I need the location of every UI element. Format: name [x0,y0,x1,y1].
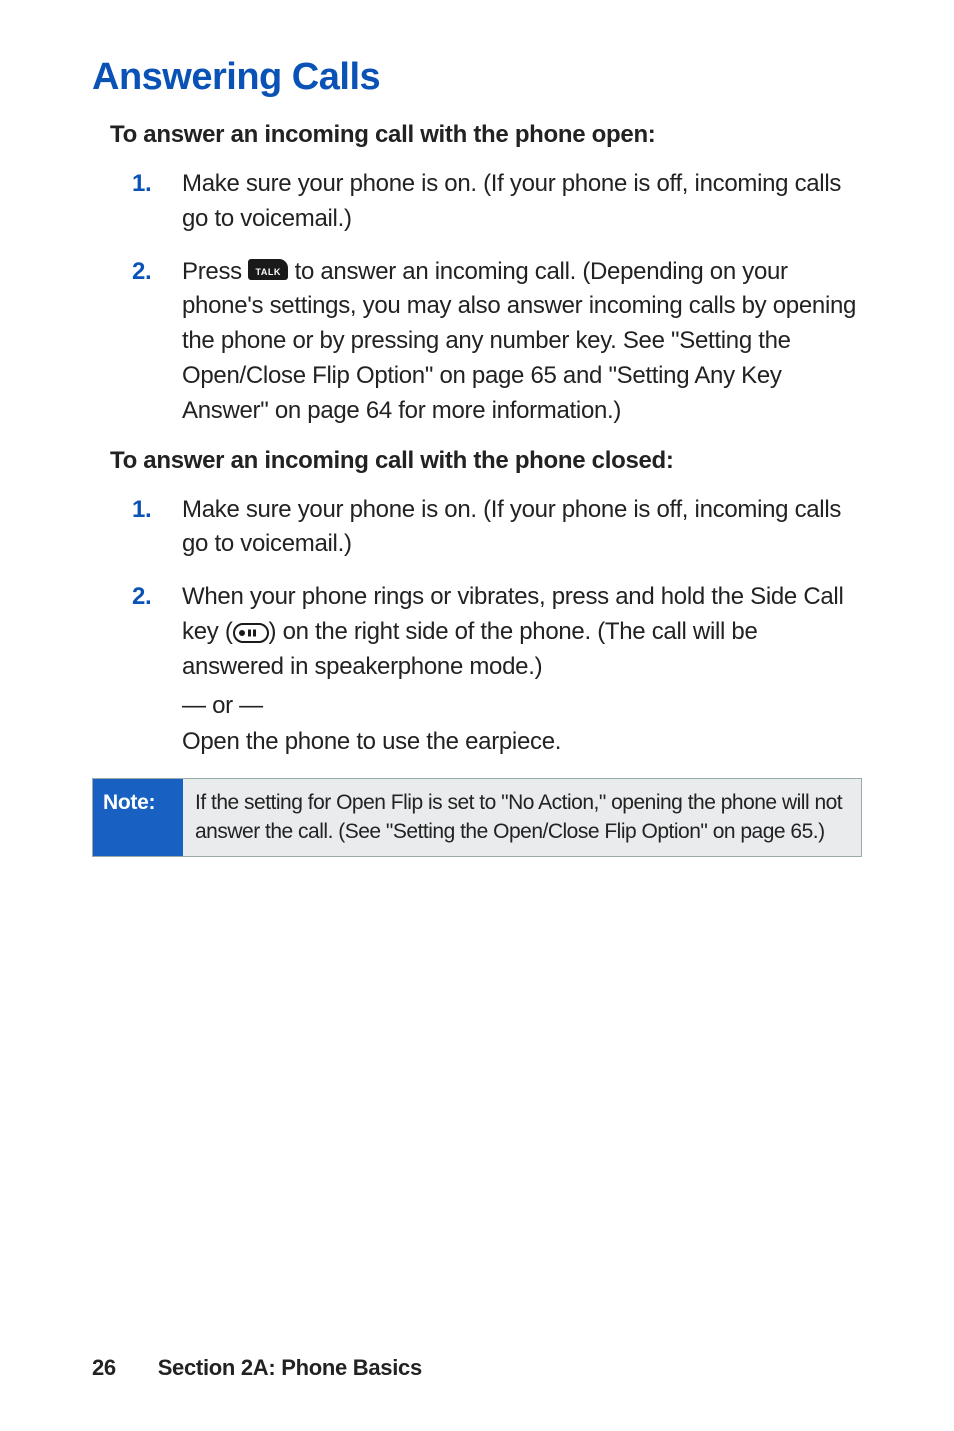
step-number: 1. [132,167,182,202]
list-item: 2. Press to answer an incoming call. (De… [132,255,862,429]
page-title: Answering Calls [92,56,862,99]
step-number: 1. [132,493,182,528]
page-number: 26 [92,1355,116,1381]
talk-key-icon [248,259,288,280]
steps-phone-open: 1. Make sure your phone is on. (If your … [92,167,862,429]
step-text-pre: Press [182,258,248,285]
list-item: 1. Make sure your phone is on. (If your … [132,167,862,237]
list-item: 1. Make sure your phone is on. (If your … [132,493,862,563]
step-text: When your phone rings or vibrates, press… [182,580,862,760]
step-text-after: Open the phone to use the earpiece. [182,725,862,760]
step-number: 2. [132,255,182,290]
step-text-post: ) on the right side of the phone. (The c… [182,618,758,680]
section-label: Section 2A: Phone Basics [158,1355,422,1380]
list-item: 2. When your phone rings or vibrates, pr… [132,580,862,760]
page-footer: 26 Section 2A: Phone Basics [92,1355,422,1381]
note-body: If the setting for Open Flip is set to "… [183,779,861,856]
step-text: Make sure your phone is on. (If your pho… [182,493,862,563]
or-separator: — or — [182,689,862,724]
note-label: Note: [93,779,183,856]
step-number: 2. [132,580,182,615]
step-text: Make sure your phone is on. (If your pho… [182,167,862,237]
subhead-phone-closed: To answer an incoming call with the phon… [110,447,862,475]
step-text: Press to answer an incoming call. (Depen… [182,255,862,429]
steps-phone-closed: 1. Make sure your phone is on. (If your … [92,493,862,761]
side-call-key-icon [233,623,269,643]
subhead-phone-open: To answer an incoming call with the phon… [110,121,862,149]
note-box: Note: If the setting for Open Flip is se… [92,778,862,857]
